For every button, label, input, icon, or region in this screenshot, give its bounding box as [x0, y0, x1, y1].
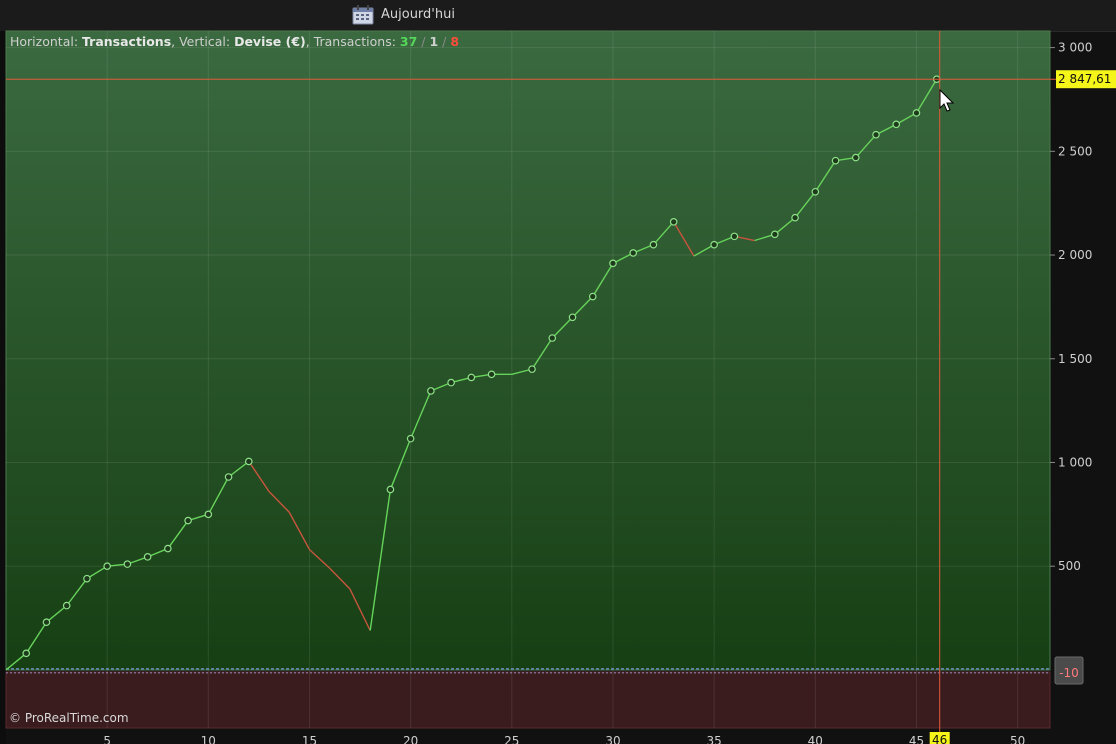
trade-point	[912, 109, 921, 117]
x-tick-label: 35	[706, 734, 721, 744]
watermark: © ProRealTime.com	[9, 711, 129, 725]
chart-info-line: Horizontal: Transactions, Vertical: Devi…	[10, 34, 459, 49]
trade-point	[568, 313, 577, 322]
trade-point	[184, 516, 192, 525]
x-tick-label: 20	[403, 734, 418, 744]
trade-point	[224, 473, 233, 481]
x-tick-label: 15	[302, 734, 317, 744]
trade-point	[872, 130, 880, 139]
trade-point	[831, 156, 840, 165]
trade-point	[892, 120, 901, 129]
y-axis: 500 1 000 1 500 2 000 2 500 3 000	[1050, 41, 1092, 573]
crosshair-y-value: 2 847,61	[1058, 72, 1111, 86]
x-tick-label: 50	[1010, 734, 1025, 744]
trade-point	[851, 153, 860, 162]
trade-point	[710, 240, 718, 249]
trade-point	[62, 601, 71, 610]
y-tick-label: 1 000	[1058, 455, 1092, 469]
trade-point	[487, 370, 496, 379]
x-tick-label: 45	[909, 734, 924, 744]
trade-point	[83, 574, 91, 583]
trade-point	[528, 365, 536, 373]
trade-point	[791, 213, 799, 222]
trade-point	[588, 292, 597, 301]
trade-point	[548, 334, 557, 342]
trade-point	[730, 232, 739, 241]
x-tick-label: 30	[605, 734, 620, 744]
trade-point	[204, 510, 213, 519]
trade-point	[22, 649, 31, 658]
y-tick-label: 500	[1058, 559, 1081, 573]
trade-point	[771, 230, 779, 239]
x-axis: 5 10 15 20 25 30 35 40 45 50	[103, 734, 1025, 744]
equity-chart[interactable]: 500 1 000 1 500 2 000 2 500 3 000 5 10 15 20 25 30…	[0, 0, 1116, 744]
trade-point	[123, 560, 132, 568]
y-tick-label: 2 000	[1058, 248, 1092, 262]
trade-point	[143, 553, 152, 561]
trade-point	[629, 249, 638, 257]
trade-point	[609, 259, 617, 268]
trade-point	[103, 562, 111, 570]
x-tick-label: 10	[201, 734, 216, 744]
crosshair-x-value: 46	[932, 733, 947, 744]
x-tick-label: 25	[504, 734, 519, 744]
trade-point	[811, 187, 820, 196]
x-tick-label: 5	[103, 734, 111, 744]
plot-area-negative	[5, 671, 1051, 729]
x-tick-label: 40	[808, 734, 823, 744]
zero-badge-label: -10	[1059, 666, 1079, 680]
trade-point	[649, 240, 658, 249]
trade-point	[447, 378, 455, 387]
y-tick-label: 1 500	[1058, 352, 1092, 366]
y-tick-label: 2 500	[1058, 144, 1092, 158]
trade-point	[406, 434, 415, 443]
trade-point	[467, 373, 476, 382]
y-tick-label: 3 000	[1058, 41, 1092, 55]
trade-point	[427, 387, 435, 395]
trade-point	[669, 218, 678, 226]
trade-point	[244, 457, 253, 466]
trade-point	[164, 544, 172, 553]
trade-point	[42, 618, 51, 627]
trade-point	[386, 485, 395, 494]
